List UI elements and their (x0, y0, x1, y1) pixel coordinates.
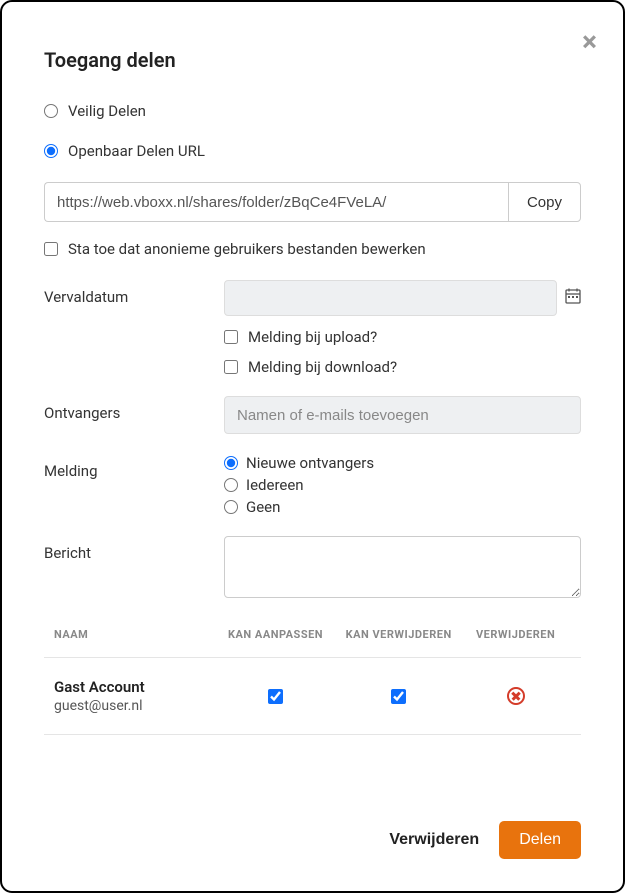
anonymous-edit-label: Sta toe dat anonieme gebruikers bestande… (68, 240, 426, 258)
notify-download-row[interactable]: Melding bij download? (224, 358, 581, 376)
guest-name: Gast Account (54, 678, 214, 696)
expiry-label: Vervaldatum (44, 280, 224, 306)
calendar-icon[interactable] (565, 288, 581, 308)
recipients-cell (224, 396, 581, 444)
can-delete-checkbox[interactable] (391, 689, 406, 704)
form-grid: Vervaldatum Melding bij upload? Melding … (44, 280, 581, 602)
share-access-modal: × Toegang delen Veilig Delen Openbaar De… (0, 0, 625, 893)
share-type-public[interactable]: Openbaar Delen URL (44, 142, 581, 160)
notify-new-row[interactable]: Nieuwe ontvangers (224, 454, 581, 472)
expiry-cell: Melding bij upload? Melding bij download… (224, 280, 581, 386)
notify-download-checkbox[interactable] (224, 360, 238, 374)
remove-row-icon[interactable] (507, 687, 525, 705)
anonymous-edit-checkbox[interactable] (44, 242, 58, 256)
notify-none-radio[interactable] (224, 500, 238, 514)
notify-label: Melding (44, 454, 224, 480)
message-textarea[interactable] (224, 536, 581, 598)
col-edit: KAN AANPASSEN (214, 628, 337, 641)
notify-upload-checkbox[interactable] (224, 330, 238, 344)
modal-footer: Verwijderen Delen (44, 821, 581, 859)
expiry-date-input[interactable] (224, 280, 557, 316)
notify-download-label: Melding bij download? (248, 358, 397, 376)
notify-none-label: Geen (246, 498, 280, 516)
close-icon[interactable]: × (582, 28, 597, 56)
permissions-table-header: NAAM KAN AANPASSEN KAN VERWIJDEREN VERWI… (44, 628, 581, 658)
radio-secure-label: Veilig Delen (68, 102, 146, 120)
notify-options: Nieuwe ontvangers Iedereen Geen (224, 454, 581, 526)
share-url-row: Copy (44, 182, 581, 222)
notify-all-label: Iedereen (246, 476, 304, 494)
col-name: NAAM (54, 628, 214, 641)
message-cell (224, 536, 581, 602)
notify-all-row[interactable]: Iedereen (224, 476, 581, 494)
anonymous-edit-row[interactable]: Sta toe dat anonieme gebruikers bestande… (44, 240, 581, 258)
guest-cell: Gast Account guest@user.nl (54, 678, 214, 714)
modal-title: Toegang delen (44, 48, 581, 72)
col-remove: VERWIJDEREN (460, 628, 571, 641)
radio-secure[interactable] (44, 104, 58, 118)
notify-upload-label: Melding bij upload? (248, 328, 377, 346)
can-edit-checkbox[interactable] (268, 689, 283, 704)
notify-all-radio[interactable] (224, 478, 238, 492)
guest-email: guest@user.nl (54, 698, 214, 714)
radio-public[interactable] (44, 144, 58, 158)
notify-new-label: Nieuwe ontvangers (246, 454, 374, 472)
col-delete: KAN VERWIJDEREN (337, 628, 460, 641)
recipients-label: Ontvangers (44, 396, 224, 422)
copy-button[interactable]: Copy (508, 182, 581, 222)
share-type-secure[interactable]: Veilig Delen (44, 102, 581, 120)
radio-public-label: Openbaar Delen URL (68, 142, 205, 160)
notify-none-row[interactable]: Geen (224, 498, 581, 516)
share-url-input[interactable] (44, 182, 508, 222)
recipients-input[interactable] (224, 396, 581, 434)
delete-button[interactable]: Verwijderen (389, 831, 479, 849)
share-button[interactable]: Delen (499, 821, 581, 859)
notify-upload-row[interactable]: Melding bij upload? (224, 328, 581, 346)
notify-new-radio[interactable] (224, 456, 238, 470)
table-row: Gast Account guest@user.nl (44, 658, 581, 735)
message-label: Bericht (44, 536, 224, 562)
